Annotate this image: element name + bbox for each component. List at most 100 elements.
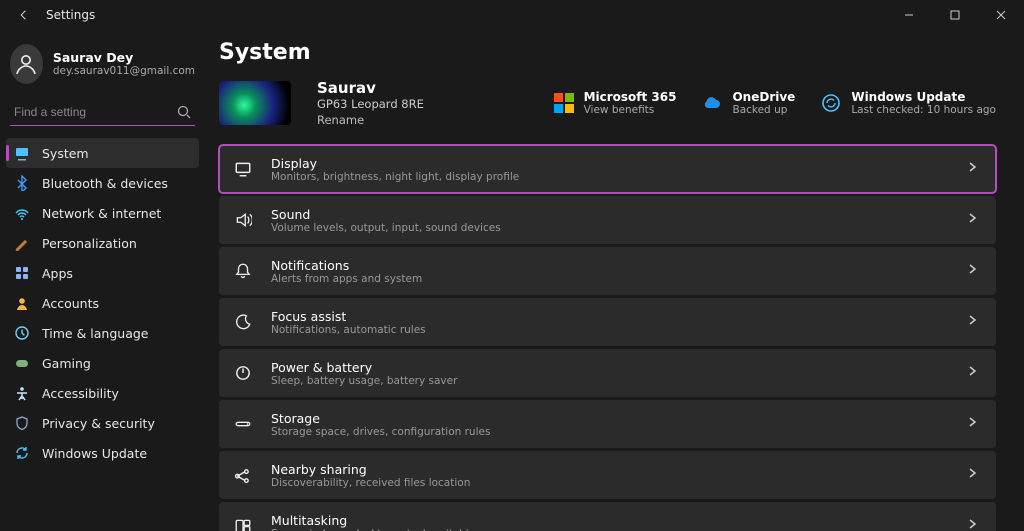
nav-item-label: Accessibility: [42, 386, 119, 401]
chevron-right-icon: [966, 518, 978, 531]
close-button[interactable]: [978, 0, 1024, 30]
device-name: Saurav: [317, 79, 424, 97]
chevron-right-icon: [966, 467, 978, 483]
status-windows-update[interactable]: Windows Update Last checked: 10 hours ag…: [821, 90, 996, 116]
nav-item-accounts[interactable]: Accounts: [6, 288, 199, 318]
nav-item-apps[interactable]: Apps: [6, 258, 199, 288]
time-icon: [14, 325, 30, 341]
chevron-right-icon: [966, 263, 978, 279]
main-content: System Saurav GP63 Leopard 8RE Rename Mi…: [205, 30, 1024, 531]
chevron-right-icon: [966, 212, 978, 228]
update-icon: [14, 445, 30, 461]
device-wallpaper-thumb: [219, 81, 291, 125]
status-update-sub: Last checked: 10 hours ago: [851, 104, 996, 116]
nav-item-time[interactable]: Time & language: [6, 318, 199, 348]
rename-link[interactable]: Rename: [317, 113, 424, 127]
item-subtitle: Discoverability, received files location: [271, 477, 470, 489]
nav-item-update[interactable]: Windows Update: [6, 438, 199, 468]
privacy-icon: [14, 415, 30, 431]
nav-item-privacy[interactable]: Privacy & security: [6, 408, 199, 438]
item-title: Notifications: [271, 258, 422, 273]
titlebar: Settings: [0, 0, 1024, 30]
chevron-right-icon: [966, 416, 978, 432]
item-title: Multitasking: [271, 513, 482, 528]
apps-icon: [14, 265, 30, 281]
item-title: Power & battery: [271, 360, 457, 375]
device-info-row: Saurav GP63 Leopard 8RE Rename Microsoft…: [219, 79, 996, 127]
nav-item-label: Privacy & security: [42, 416, 155, 431]
nav-item-network[interactable]: Network & internet: [6, 198, 199, 228]
accessibility-icon: [14, 385, 30, 401]
item-subtitle: Monitors, brightness, night light, displ…: [271, 171, 519, 183]
item-subtitle: Alerts from apps and system: [271, 273, 422, 285]
status-ms365-title: Microsoft 365: [584, 90, 677, 104]
sidebar: Saurav Dey dey.saurav011@gmail.com Syste…: [0, 30, 205, 531]
personalization-icon: [14, 235, 30, 251]
item-subtitle: Volume levels, output, input, sound devi…: [271, 222, 501, 234]
settings-item-multitasking[interactable]: MultitaskingSnap windows, desktops, task…: [219, 502, 996, 531]
nav-item-label: Bluetooth & devices: [42, 176, 168, 191]
focus-icon: [233, 313, 253, 331]
status-onedrive-title: OneDrive: [732, 90, 795, 104]
search-box[interactable]: [10, 98, 195, 126]
nav-item-bluetooth[interactable]: Bluetooth & devices: [6, 168, 199, 198]
window-title: Settings: [46, 8, 95, 22]
notifications-icon: [233, 262, 253, 280]
nav-item-label: Personalization: [42, 236, 137, 251]
ms365-icon: [554, 93, 574, 113]
item-title: Focus assist: [271, 309, 426, 324]
bluetooth-icon: [14, 175, 30, 191]
accounts-icon: [14, 295, 30, 311]
nav-item-personalization[interactable]: Personalization: [6, 228, 199, 258]
status-onedrive-sub: Backed up: [732, 104, 795, 116]
windows-update-icon: [821, 93, 841, 113]
nav-item-label: Time & language: [42, 326, 148, 341]
sound-icon: [233, 211, 253, 229]
settings-item-storage[interactable]: StorageStorage space, drives, configurat…: [219, 400, 996, 448]
minimize-button[interactable]: [886, 0, 932, 30]
item-subtitle: Storage space, drives, configuration rul…: [271, 426, 490, 438]
status-ms365[interactable]: Microsoft 365 View benefits: [554, 90, 677, 116]
profile-block[interactable]: Saurav Dey dey.saurav011@gmail.com: [0, 38, 205, 98]
page-title: System: [219, 40, 996, 65]
nav-item-gaming[interactable]: Gaming: [6, 348, 199, 378]
settings-item-sound[interactable]: SoundVolume levels, output, input, sound…: [219, 196, 996, 244]
display-icon: [233, 160, 253, 178]
settings-item-focus[interactable]: Focus assistNotifications, automatic rul…: [219, 298, 996, 346]
avatar: [10, 44, 43, 84]
search-input[interactable]: [14, 105, 177, 119]
status-update-title: Windows Update: [851, 90, 996, 104]
nav-item-accessibility[interactable]: Accessibility: [6, 378, 199, 408]
settings-item-display[interactable]: DisplayMonitors, brightness, night light…: [219, 145, 996, 193]
item-subtitle: Sleep, battery usage, battery saver: [271, 375, 457, 387]
nearby-icon: [233, 466, 253, 484]
search-icon: [177, 105, 191, 119]
nav-item-system[interactable]: System: [6, 138, 199, 168]
chevron-right-icon: [966, 365, 978, 381]
settings-item-power[interactable]: Power & batterySleep, battery usage, bat…: [219, 349, 996, 397]
item-title: Storage: [271, 411, 490, 426]
onedrive-icon: [702, 93, 722, 113]
nav-item-label: Network & internet: [42, 206, 161, 221]
power-icon: [233, 364, 253, 382]
settings-item-nearby[interactable]: Nearby sharingDiscoverability, received …: [219, 451, 996, 499]
back-button[interactable]: [10, 1, 38, 29]
profile-name: Saurav Dey: [53, 50, 195, 66]
system-icon: [14, 145, 30, 161]
network-icon: [14, 205, 30, 221]
maximize-button[interactable]: [932, 0, 978, 30]
item-title: Nearby sharing: [271, 462, 470, 477]
status-onedrive[interactable]: OneDrive Backed up: [702, 90, 795, 116]
gaming-icon: [14, 355, 30, 371]
nav-item-label: Accounts: [42, 296, 99, 311]
item-title: Display: [271, 156, 519, 171]
settings-list: DisplayMonitors, brightness, night light…: [219, 145, 996, 531]
item-title: Sound: [271, 207, 501, 222]
settings-item-notifications[interactable]: NotificationsAlerts from apps and system: [219, 247, 996, 295]
storage-icon: [233, 415, 253, 433]
nav-item-label: System: [42, 146, 89, 161]
multitasking-icon: [233, 517, 253, 531]
item-subtitle: Notifications, automatic rules: [271, 324, 426, 336]
item-subtitle: Snap windows, desktops, task switching: [271, 528, 482, 531]
profile-email: dey.saurav011@gmail.com: [53, 65, 195, 78]
